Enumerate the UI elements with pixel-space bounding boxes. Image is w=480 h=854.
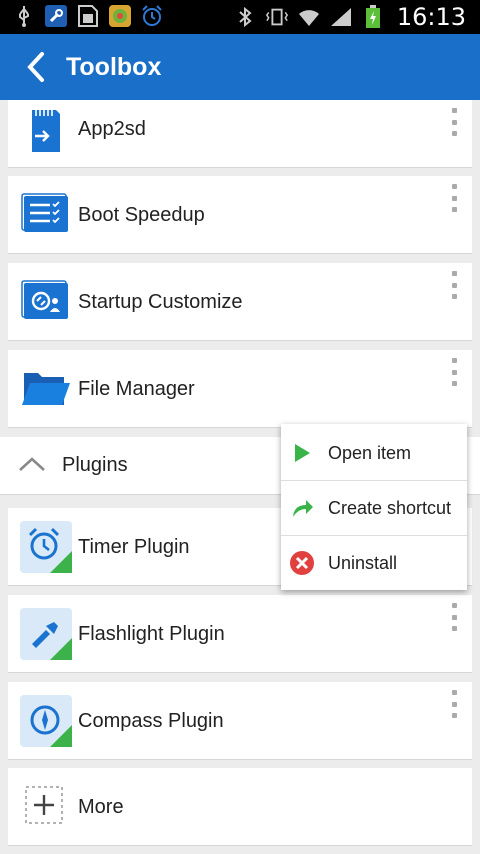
plugin-item-flashlight[interactable]: Flashlight Plugin [8, 595, 472, 673]
more-item[interactable]: More [8, 768, 472, 846]
sim-toolkit-icon [76, 4, 100, 28]
boot-checklist-icon [20, 189, 72, 241]
overflow-menu-icon[interactable] [450, 603, 458, 631]
overflow-menu-icon[interactable] [450, 690, 458, 718]
game-app-icon [108, 4, 132, 28]
uninstall-x-icon [289, 550, 315, 576]
page-title: Toolbox [66, 52, 162, 81]
more-label: More [78, 796, 124, 818]
plugin-label: Flashlight Plugin [78, 623, 225, 645]
chevron-left-icon[interactable] [16, 34, 56, 100]
plus-icon [24, 785, 64, 825]
signal-icon [329, 5, 353, 29]
overflow-menu-icon[interactable] [450, 271, 458, 299]
tool-label: Startup Customize [78, 291, 243, 313]
menu-item-create-shortcut[interactable]: Create shortcut [281, 481, 467, 535]
wrench-app-icon [44, 4, 68, 28]
plugin-label: Compass Plugin [78, 710, 224, 732]
sd-card-icon [20, 106, 72, 158]
compass-icon [20, 695, 72, 747]
usb-icon [12, 4, 36, 28]
tool-item-file-manager[interactable]: File Manager [8, 350, 472, 428]
tool-item-startup-customize[interactable]: Startup Customize [8, 263, 472, 341]
plugin-label: Timer Plugin [78, 536, 190, 558]
vibrate-icon [265, 5, 289, 29]
bluetooth-icon [233, 5, 257, 29]
alarm-clock-icon [20, 521, 72, 573]
menu-item-uninstall[interactable]: Uninstall [281, 536, 467, 590]
flashlight-icon [20, 608, 72, 660]
chevron-up-icon [18, 455, 46, 478]
menu-item-label: Uninstall [328, 552, 398, 573]
play-icon [289, 440, 315, 466]
alarm-icon [140, 4, 164, 28]
context-menu: Open item Create shortcut Uninstall [281, 424, 467, 590]
startup-user-icon [20, 276, 72, 328]
overflow-menu-icon[interactable] [450, 184, 458, 212]
overflow-menu-icon[interactable] [450, 358, 458, 386]
tool-label: App2sd [78, 118, 146, 140]
tool-label: Boot Speedup [78, 204, 205, 226]
tool-label: File Manager [78, 378, 195, 400]
menu-item-label: Open item [328, 442, 412, 463]
tool-item-app2sd[interactable]: App2sd [8, 100, 472, 168]
plugin-item-compass[interactable]: Compass Plugin [8, 682, 472, 760]
app-bar: Toolbox [0, 34, 480, 100]
tool-item-boot-speedup[interactable]: Boot Speedup [8, 176, 472, 254]
plugins-label: Plugins [62, 454, 128, 476]
battery-charging-icon [361, 5, 385, 29]
status-time: 16:13 [396, 3, 466, 31]
overflow-menu-icon[interactable] [450, 108, 458, 136]
status-bar: 16:13 [0, 0, 480, 34]
menu-item-open[interactable]: Open item [281, 426, 467, 480]
menu-item-label: Create shortcut [328, 497, 452, 518]
wifi-icon [297, 5, 321, 29]
folder-icon [20, 363, 72, 415]
share-arrow-icon [289, 495, 315, 521]
